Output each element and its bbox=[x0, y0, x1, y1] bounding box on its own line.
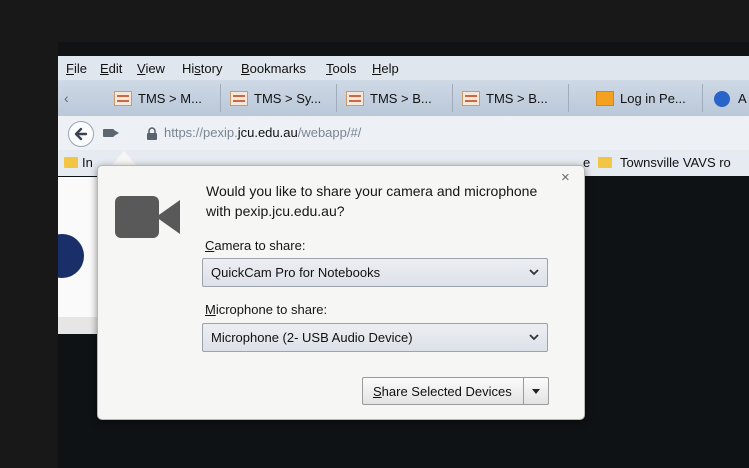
folder-icon bbox=[64, 157, 78, 168]
popup-arrow bbox=[112, 151, 136, 165]
tab-tms-4[interactable]: TMS > B... bbox=[454, 84, 569, 112]
menu-history[interactable]: History bbox=[182, 61, 222, 76]
menu-edit[interactable]: Edit bbox=[100, 61, 122, 76]
tab-partial[interactable]: A bbox=[706, 84, 749, 112]
camera-label: Camera to share: bbox=[205, 238, 306, 253]
camera-select[interactable]: QuickCam Pro for Notebooks bbox=[202, 258, 548, 287]
tab-label: TMS > M... bbox=[138, 91, 202, 106]
bookmark-folder-left[interactable]: In bbox=[82, 155, 93, 170]
folder-icon bbox=[598, 157, 612, 168]
menu-view[interactable]: View bbox=[137, 61, 165, 76]
microphone-select-value: Microphone (2- USB Audio Device) bbox=[211, 330, 413, 345]
permission-message: Would you like to share your camera and … bbox=[206, 183, 538, 219]
tab-label: Log in Pe... bbox=[620, 91, 686, 106]
tab-tms-3[interactable]: TMS > B... bbox=[338, 84, 453, 112]
lock-icon[interactable] bbox=[146, 127, 158, 140]
back-arrow-icon bbox=[74, 127, 88, 141]
menu-bar: File Edit View History Bookmarks Tools H… bbox=[58, 56, 749, 80]
chevron-down-icon bbox=[529, 334, 539, 341]
tab-label: TMS > B... bbox=[370, 91, 432, 106]
camera-lens-icon bbox=[156, 200, 180, 234]
share-options-dropdown-button[interactable] bbox=[523, 377, 549, 405]
camera-select-value: QuickCam Pro for Notebooks bbox=[211, 265, 381, 280]
menu-tools[interactable]: Tools bbox=[326, 61, 356, 76]
tms-favicon-icon bbox=[230, 91, 248, 106]
back-button[interactable] bbox=[68, 121, 94, 147]
chevron-down-icon bbox=[529, 269, 539, 276]
tms-favicon-icon bbox=[462, 91, 480, 106]
tab-scroll-left-icon[interactable]: ‹ bbox=[64, 90, 69, 106]
close-icon[interactable]: × bbox=[561, 169, 570, 186]
camera-icon bbox=[115, 196, 159, 238]
tms-favicon-icon bbox=[346, 91, 364, 106]
tab-label: TMS > Sy... bbox=[254, 91, 322, 106]
tab-bar: ‹ TMS > M... TMS > Sy... TMS > B... TMS … bbox=[58, 80, 749, 116]
tab-label: A bbox=[738, 91, 747, 106]
bookmark-folder-townsville[interactable]: Townsville VAVS ro bbox=[620, 155, 731, 170]
share-button-group: Share Selected Devices bbox=[362, 377, 552, 405]
url-field[interactable]: https://pexip.jcu.edu.au/webapp/#/ bbox=[164, 125, 361, 140]
tab-tms-1[interactable]: TMS > M... bbox=[106, 84, 221, 112]
share-devices-popup: × Would you like to share your camera an… bbox=[97, 165, 585, 420]
tms-favicon-icon bbox=[114, 91, 132, 106]
tab-login[interactable]: Log in Pe... bbox=[588, 84, 703, 112]
tab-tms-2[interactable]: TMS > Sy... bbox=[222, 84, 337, 112]
share-selected-devices-button[interactable]: Share Selected Devices bbox=[362, 377, 524, 405]
navigation-bar: https://pexip.jcu.edu.au/webapp/#/ bbox=[58, 116, 749, 151]
login-favicon-icon bbox=[596, 91, 614, 106]
menu-help[interactable]: Help bbox=[372, 61, 399, 76]
tab-label: TMS > B... bbox=[486, 91, 548, 106]
microphone-label: Microphone to share: bbox=[205, 302, 328, 317]
globe-favicon-icon bbox=[714, 91, 730, 107]
microphone-select[interactable]: Microphone (2- USB Audio Device) bbox=[202, 323, 548, 352]
menu-file[interactable]: File bbox=[66, 61, 87, 76]
menu-bookmarks[interactable]: Bookmarks bbox=[241, 61, 306, 76]
camera-permission-icon[interactable] bbox=[103, 129, 119, 137]
